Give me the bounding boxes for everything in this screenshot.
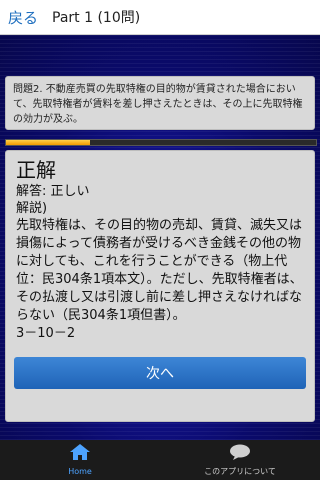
explanation-label: 解説) (16, 201, 48, 216)
back-button[interactable]: 戻る (8, 7, 38, 28)
next-button[interactable]: 次へ (14, 357, 306, 389)
page-title: Part 1 (10問) (52, 10, 141, 26)
progress-fill (6, 140, 90, 145)
tab-about[interactable]: このアプリについて (160, 440, 320, 480)
explanation-text: 先取特権は、その目的物の売却、賃貸、滅失又は損傷によって債務者が受けるべき金銭そ… (16, 218, 303, 323)
tab-bar: Home このアプリについて (0, 440, 320, 480)
tab-home-label: Home (68, 467, 92, 476)
article-number: 3－10－2 (16, 326, 76, 341)
question-text: 問題2. 不動産売買の先取特権の目的物が賃貸された場合において、先取特権者が賃料… (13, 84, 303, 125)
tab-home[interactable]: Home (0, 440, 160, 480)
answer-box: 正解 解答: 正しい 解説) 先取特権は、その目的物の売却、賃貸、滅失又は損傷に… (5, 150, 315, 422)
progress-bar (5, 139, 317, 146)
speech-bubble-icon (228, 443, 252, 465)
tab-about-label: このアプリについて (204, 467, 276, 476)
question-box: 問題2. 不動産売買の先取特権の目的物が賃貸された場合において、先取特権者が賃料… (5, 76, 315, 130)
answer-line: 解答: 正しい (16, 184, 90, 199)
home-icon (69, 443, 91, 465)
header-bar: 戻る Part 1 (10問) (0, 0, 320, 35)
result-text: 正解 (16, 158, 56, 182)
